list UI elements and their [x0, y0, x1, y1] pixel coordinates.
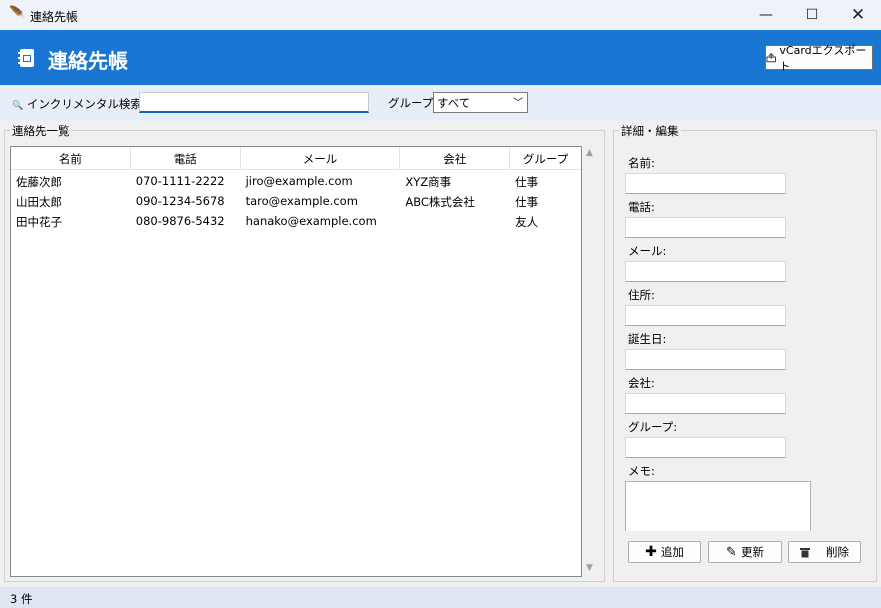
detail-panel-legend: 詳細・編集: [619, 123, 681, 139]
vcard-export-label: vCardエクスポート: [779, 43, 867, 73]
group-filter-select[interactable]: すべて ﹀: [433, 92, 528, 113]
name-label: 名前:: [628, 156, 655, 170]
cell-name: 田中花子: [16, 215, 62, 229]
feather-icon: 🪶: [9, 6, 26, 21]
add-button[interactable]: ✚ 追加: [628, 541, 701, 563]
cell-phone: 070-1111-2222: [135, 174, 225, 188]
search-bar: 🔍 インクリメンタル検索: グループ: すべて ﹀: [0, 85, 881, 121]
column-header-group[interactable]: グループ: [510, 147, 581, 170]
window-title: 連絡先帳: [30, 10, 79, 24]
update-button-label: 更新: [740, 545, 764, 559]
cell-phone: 080-9876-5432: [135, 214, 225, 228]
address-label: 住所:: [628, 288, 655, 302]
minimize-button[interactable]: —: [743, 0, 789, 30]
group-label: グループ:: [628, 420, 678, 434]
vertical-scrollbar[interactable]: ▲ ▼: [582, 146, 599, 577]
close-button[interactable]: ✕: [835, 0, 881, 30]
cell-company: XYZ商事: [405, 175, 452, 189]
scroll-down-arrow-icon[interactable]: ▼: [586, 563, 593, 573]
vcard-export-button[interactable]: vCardエクスポート: [765, 44, 873, 73]
cell-email: taro@example.com: [245, 194, 358, 208]
memo-label: メモ:: [628, 464, 655, 478]
table-row[interactable]: 山田太郎 090-1234-5678 taro@example.com ABC株…: [11, 191, 581, 211]
update-button[interactable]: ✎ 更新: [708, 541, 782, 563]
delete-button[interactable]: 削除: [788, 541, 861, 563]
maximize-button[interactable]: ☐: [789, 0, 835, 30]
title-bar: 🪶 連絡先帳 — ☐ ✕: [0, 0, 881, 30]
cell-phone: 090-1234-5678: [135, 194, 225, 208]
cell-group: 仕事: [515, 175, 539, 189]
birthday-label: 誕生日:: [628, 332, 667, 346]
email-label: メール:: [628, 244, 667, 258]
phone-label: 電話:: [628, 200, 655, 214]
cell-email: jiro@example.com: [245, 174, 353, 188]
email-field[interactable]: [625, 261, 786, 282]
column-header-email[interactable]: メール: [241, 147, 401, 170]
add-button-label: 追加: [660, 545, 684, 559]
contact-table[interactable]: 名前 電話 メール 会社 グループ 佐藤次郎 070-1111-2222 jir…: [10, 146, 582, 577]
chevron-down-icon: ﹀: [513, 98, 523, 109]
cell-company: [400, 211, 510, 231]
search-icon: 🔍: [12, 101, 24, 111]
column-header-phone[interactable]: 電話: [131, 147, 241, 170]
group-filter-label: グループ:: [388, 96, 438, 110]
table-row[interactable]: 佐藤次郎 070-1111-2222 jiro@example.com XYZ商…: [11, 171, 581, 191]
cell-name: 山田太郎: [16, 195, 62, 209]
cell-email: hanako@example.com: [245, 214, 377, 228]
scroll-up-arrow-icon[interactable]: ▲: [586, 148, 593, 158]
contact-book-icon: [18, 49, 34, 67]
group-field[interactable]: [625, 437, 786, 458]
column-header-company[interactable]: 会社: [400, 147, 511, 170]
group-filter-value: すべて: [437, 96, 471, 110]
search-input[interactable]: [139, 92, 369, 113]
company-field[interactable]: [625, 393, 786, 414]
address-field[interactable]: [625, 305, 786, 326]
birthday-field[interactable]: [625, 349, 786, 370]
delete-button-label: 削除: [826, 545, 849, 559]
company-label: 会社:: [628, 376, 655, 390]
cell-name: 佐藤次郎: [16, 175, 62, 189]
page-title: 連絡先帳: [48, 49, 128, 73]
trash-icon: [800, 547, 810, 557]
record-count: 3 件: [10, 592, 33, 606]
status-bar: 3 件: [0, 587, 881, 608]
app-header: 連絡先帳 vCardエクスポート: [0, 30, 881, 85]
cell-company: ABC株式会社: [405, 195, 475, 209]
search-label: 🔍 インクリメンタル検索:: [12, 97, 146, 111]
pencil-icon: ✎: [726, 544, 737, 560]
column-header-name[interactable]: 名前: [11, 147, 131, 170]
phone-field[interactable]: [625, 217, 786, 238]
table-header: 名前 電話 メール 会社 グループ: [11, 147, 581, 170]
memo-textarea[interactable]: [625, 481, 811, 531]
cell-group: 仕事: [515, 195, 539, 209]
cell-group: 友人: [515, 215, 539, 229]
export-icon: [766, 53, 776, 63]
plus-icon: ✚: [645, 544, 657, 560]
table-row[interactable]: 田中花子 080-9876-5432 hanako@example.com 友人: [11, 211, 581, 231]
contact-list-legend: 連絡先一覧: [10, 123, 72, 139]
name-field[interactable]: [625, 173, 786, 194]
